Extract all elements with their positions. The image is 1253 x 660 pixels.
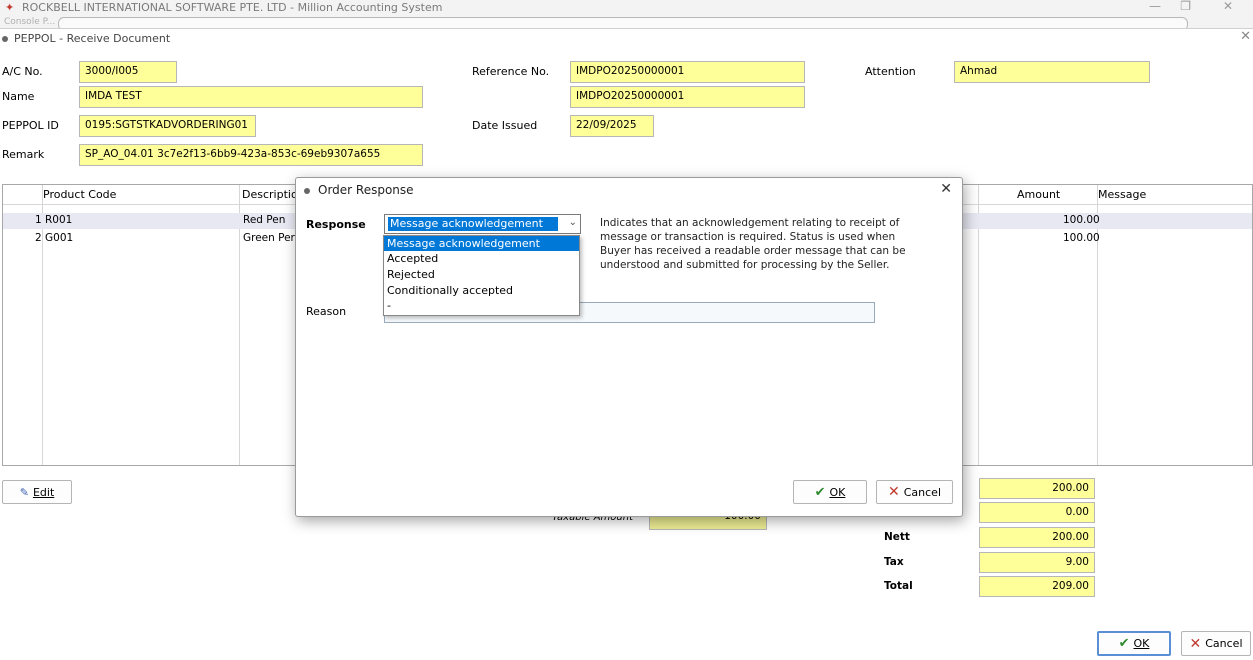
ac-no-label: A/C No. xyxy=(2,65,43,78)
os-title-bar: ✦ ROCKBELL INTERNATIONAL SOFTWARE PTE. L… xyxy=(0,0,1253,16)
os-close-icon[interactable]: ✕ xyxy=(1223,0,1233,13)
total-label: Total xyxy=(884,580,913,592)
cancel-icon: ✕ xyxy=(888,484,900,500)
row-amount: 100.00 xyxy=(1063,232,1100,244)
total-value: 209.00 xyxy=(979,576,1095,597)
response-dropdown-list[interactable]: Message acknowledgement Accepted Rejecte… xyxy=(383,235,580,316)
option-dash[interactable]: - xyxy=(384,298,579,313)
col-product-code[interactable]: Product Code xyxy=(43,188,116,201)
name-field[interactable]: IMDA TEST xyxy=(79,86,423,108)
row-description: Green Per xyxy=(243,232,295,244)
main-close-icon[interactable]: ✕ xyxy=(1240,29,1251,44)
main-cancel-label: Cancel xyxy=(1205,637,1243,650)
attention-label: Attention xyxy=(865,65,916,78)
row-code: R001 xyxy=(45,214,73,226)
row-code: G001 xyxy=(45,232,74,244)
remark-field[interactable]: SP_AO_04.01 3c7e2f13-6bb9-423a-853c-69eb… xyxy=(79,144,423,166)
ac-no-field[interactable]: 3000/I005 xyxy=(79,61,177,83)
option-rejected[interactable]: Rejected xyxy=(384,267,579,282)
response-select[interactable]: Message acknowledgement ⌄ xyxy=(384,214,581,234)
dialog-title: Order Response xyxy=(318,183,414,197)
attention-field[interactable]: Ahmad xyxy=(954,61,1150,83)
row-number: 1 xyxy=(35,214,42,226)
row-amount: 100.00 xyxy=(1063,214,1100,226)
restore-icon[interactable]: ❐ xyxy=(1180,0,1191,13)
main-ok-button[interactable]: ✔ OK xyxy=(1097,631,1171,656)
dialog-ok-label: OK xyxy=(829,485,846,499)
option-message-acknowledgement[interactable]: Message acknowledgement xyxy=(384,236,579,251)
option-accepted[interactable]: Accepted xyxy=(384,251,579,266)
cancel-icon: ✕ xyxy=(1189,635,1202,652)
response-selected-value: Message acknowledgement xyxy=(388,217,558,231)
main-window-header: PEPPOL - Receive Document xyxy=(0,28,1253,50)
dialog-cancel-button[interactable]: ✕ Cancel xyxy=(876,480,953,504)
response-label: Response xyxy=(306,218,366,231)
minimize-icon[interactable]: — xyxy=(1149,0,1161,13)
summary-value-2: 0.00 xyxy=(979,502,1095,523)
date-issued-label: Date Issued xyxy=(472,119,538,132)
tax-label: Tax xyxy=(884,556,904,568)
chevron-down-icon[interactable]: ⌄ xyxy=(569,217,577,228)
main-ok-label: OK xyxy=(1133,637,1150,650)
summary-value-1: 200.00 xyxy=(979,478,1095,499)
remark-label: Remark xyxy=(2,148,45,161)
edit-button[interactable]: ✎ Edit xyxy=(2,480,72,504)
behind-tab-frame xyxy=(58,17,1188,28)
option-conditionally-accepted[interactable]: Conditionally accepted xyxy=(384,283,579,298)
reference-no-field[interactable]: IMDPO20250000001 xyxy=(570,61,805,83)
app-logo-icon: ✦ xyxy=(5,1,15,14)
nett-value: 200.00 xyxy=(979,527,1095,548)
window-dot-icon xyxy=(2,36,8,42)
reference-no-field-2[interactable]: IMDPO20250000001 xyxy=(570,86,805,108)
peppol-id-field[interactable]: 0195:SGTSTKADVORDERING01 xyxy=(79,115,256,137)
tax-value: 9.00 xyxy=(979,552,1095,573)
col-message[interactable]: Message xyxy=(1098,188,1146,201)
dialog-close-icon[interactable]: ✕ xyxy=(940,181,952,197)
name-label: Name xyxy=(2,90,35,103)
check-icon: ✔ xyxy=(814,484,826,500)
os-window-title: ROCKBELL INTERNATIONAL SOFTWARE PTE. LTD… xyxy=(22,1,443,14)
dialog-cancel-label: Cancel xyxy=(903,485,941,499)
check-icon: ✔ xyxy=(1118,636,1130,651)
edit-icon: ✎ xyxy=(19,485,29,499)
row-number: 2 xyxy=(35,232,42,244)
main-cancel-button[interactable]: ✕ Cancel xyxy=(1181,631,1251,656)
dialog-ok-button[interactable]: ✔ OK xyxy=(793,480,867,504)
col-amount[interactable]: Amount xyxy=(1017,188,1060,201)
reason-label: Reason xyxy=(306,305,347,318)
row-description: Red Pen xyxy=(243,214,286,226)
nett-label: Nett xyxy=(884,531,910,543)
edit-label: Edit xyxy=(32,485,55,499)
dialog-dot-icon xyxy=(304,188,310,194)
reference-no-label: Reference No. xyxy=(472,65,550,78)
behind-tab-strip: Console P... Add New Sales Order xyxy=(0,16,1253,28)
response-description: Indicates that an acknowledgement relati… xyxy=(600,217,906,271)
order-response-dialog: Order Response ✕ Response Message acknow… xyxy=(295,177,963,517)
col-description[interactable]: Descriptio xyxy=(242,188,298,201)
peppol-id-label: PEPPOL ID xyxy=(2,119,59,132)
main-window-title: PEPPOL - Receive Document xyxy=(14,32,171,45)
date-issued-field[interactable]: 22/09/2025 xyxy=(570,115,654,137)
